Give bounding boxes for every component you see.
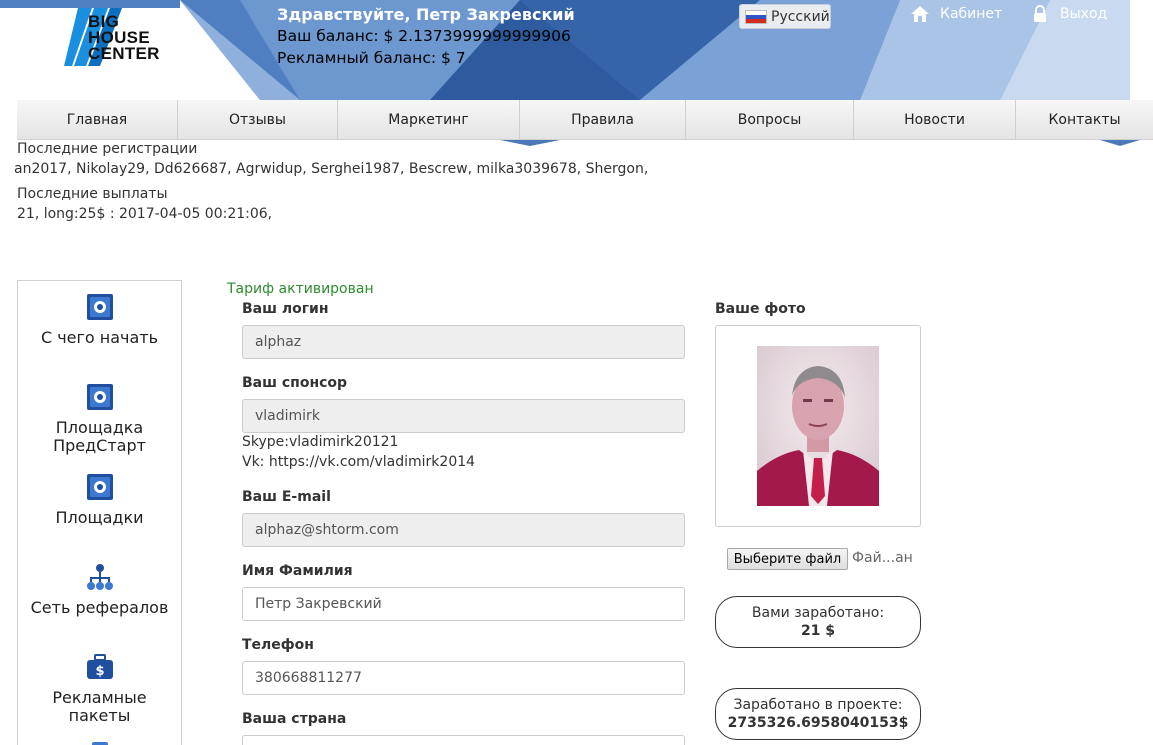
- sponsor-vk: Vk: https://vk.com/vladimirk2014: [242, 454, 476, 470]
- name-label: Имя Фамилия: [242, 563, 353, 579]
- logo-text: BIG HOUSE CENTER: [88, 12, 160, 63]
- sidebar-item-label: Рекламные пакеты: [52, 688, 147, 725]
- ad-balance: Рекламный баланс: $ 7: [277, 49, 466, 67]
- nav-item-contacts[interactable]: Контакты: [1016, 100, 1153, 140]
- next-item-icon: [92, 742, 108, 745]
- login-label: Ваш логин: [242, 301, 329, 317]
- home-icon: [911, 6, 929, 22]
- sidebar-item-platforms[interactable]: Площадки: [18, 473, 181, 527]
- russian-flag-icon: [745, 9, 767, 24]
- safe-icon: [86, 384, 113, 410]
- photo-label: Ваше фото: [715, 301, 806, 317]
- phone-label: Телефон: [242, 637, 314, 653]
- project-earned-stat: Заработано в проекте: 2735326.6958040153…: [715, 688, 921, 740]
- country-field[interactable]: [242, 735, 685, 745]
- registrations-label: Последние регистрации: [17, 141, 198, 157]
- nav-item-marketing[interactable]: Маркетинг: [338, 100, 520, 140]
- project-earned-label: Заработано в проекте:: [733, 697, 903, 713]
- briefcase-icon: $: [86, 654, 113, 679]
- sidebar-item-label: Сеть рефералов: [30, 598, 169, 617]
- lock-icon: [1034, 5, 1046, 22]
- nav-item-home[interactable]: Главная: [17, 100, 178, 140]
- sidebar-item-label: С чего начать: [40, 328, 159, 347]
- logout-link[interactable]: Выход: [1030, 4, 1107, 24]
- account-balance: Ваш баланс: $ 2.1373999999999906: [277, 27, 571, 45]
- svg-text:$: $: [95, 664, 104, 679]
- earned-label: Вами заработано:: [751, 605, 885, 621]
- cabinet-label: Кабинет: [940, 6, 1003, 22]
- earned-stat: Вами заработано: 21 $: [715, 596, 921, 648]
- tariff-status: Тариф активирован: [227, 281, 374, 297]
- file-name-text: Фай...ан: [852, 550, 913, 566]
- site-header: BIG HOUSE CENTER Здравствуйте, Петр Закр…: [0, 0, 1153, 100]
- network-icon: [86, 564, 113, 590]
- email-label: Ваш E-mail: [242, 489, 331, 505]
- phone-field[interactable]: 380668811277: [242, 661, 685, 695]
- nav-decoration: [500, 140, 560, 146]
- name-field[interactable]: Петр Закревский: [242, 587, 685, 621]
- country-label: Ваша страна: [242, 711, 347, 727]
- payouts-label: Последние выплаты: [17, 186, 168, 202]
- logout-label: Выход: [1060, 6, 1108, 22]
- sponsor-label: Ваш спонсор: [242, 375, 348, 391]
- sidebar-item-label: Площадка ПредСтарт: [53, 418, 146, 455]
- nav-decoration: [1100, 140, 1140, 146]
- earned-value: 21 $: [800, 623, 836, 639]
- safe-icon: [86, 294, 113, 320]
- user-photo: [757, 346, 879, 506]
- safe-icon: [86, 474, 113, 500]
- nav-item-questions[interactable]: Вопросы: [686, 100, 854, 140]
- sidebar-item-prestart[interactable]: Площадка ПредСтарт: [18, 383, 181, 455]
- choose-file-button[interactable]: Выберите файл: [727, 548, 848, 570]
- sidebar-item-getting-started[interactable]: С чего начать: [18, 293, 181, 347]
- language-label: Русский: [771, 8, 830, 25]
- language-selector[interactable]: Русский: [739, 4, 831, 29]
- nav-item-rules[interactable]: Правила: [520, 100, 686, 140]
- payouts-ticker: 21, long:25$ : 2017-04-05 00:21:06,: [17, 206, 273, 222]
- sidebar-menu: С чего начать Площадка ПредСтарт Площадк…: [17, 280, 182, 745]
- project-earned-value: 2735326.6958040153$: [727, 715, 909, 731]
- email-field[interactable]: alphaz@shtorm.com: [242, 513, 685, 547]
- sidebar-item-label: Площадки: [55, 508, 144, 527]
- greeting-text: Здравствуйте, Петр Закревский: [277, 5, 575, 24]
- nav-item-news[interactable]: Новости: [854, 100, 1016, 140]
- cabinet-link[interactable]: Кабинет: [910, 4, 1002, 24]
- main-navigation: Главная Отзывы Маркетинг Правила Вопросы…: [17, 100, 1153, 140]
- photo-frame: [715, 325, 921, 527]
- nav-item-reviews[interactable]: Отзывы: [178, 100, 338, 140]
- registrations-ticker: an2017, Nikolay29, Dd626687, Agrwidup, S…: [14, 161, 649, 177]
- sponsor-field[interactable]: vladimirk: [242, 399, 685, 433]
- sidebar-item-referrals[interactable]: Сеть рефералов: [18, 563, 181, 617]
- login-field[interactable]: alphaz: [242, 325, 685, 359]
- sponsor-skype: Skype:vladimirk20121: [242, 434, 399, 450]
- sidebar-item-ad-packages[interactable]: $ Рекламные пакеты: [18, 653, 181, 725]
